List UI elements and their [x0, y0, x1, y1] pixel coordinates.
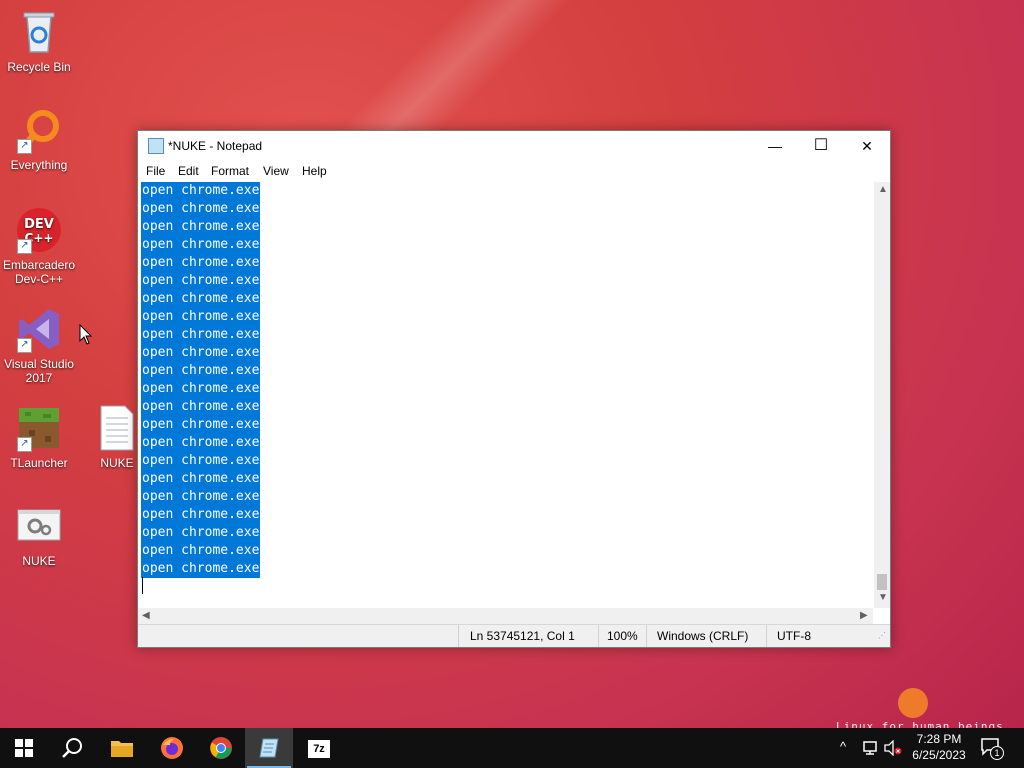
notepad-app-icon	[148, 138, 164, 154]
ubuntu-logo-icon	[898, 688, 928, 718]
desktop-icon-label: Recycle Bin	[7, 60, 71, 74]
menu-view[interactable]: View	[263, 164, 289, 178]
recycle-bin-icon	[15, 8, 63, 56]
horizontal-scrollbar[interactable]: ◀ ▶	[138, 608, 873, 624]
desktop-icon-nuke-bat[interactable]: NUKE	[0, 502, 78, 568]
close-button[interactable]: ✕	[844, 131, 890, 161]
editor-line: open chrome.exe	[141, 326, 261, 344]
action-center-button[interactable]: 1	[980, 736, 1004, 760]
taskbar-notepad[interactable]	[245, 728, 293, 768]
desktop-icon-label: NUKE	[22, 554, 56, 568]
editor-line: open chrome.exe	[141, 182, 261, 200]
editor-line: open chrome.exe	[141, 254, 261, 272]
maximize-button[interactable]: ☐	[798, 131, 844, 161]
text-file-icon	[93, 404, 141, 452]
editor-line: open chrome.exe	[141, 416, 261, 434]
desktop-icon-label: Everything	[10, 158, 68, 172]
status-bar: Ln 53745121, Col 1 100% Windows (CRLF) U…	[138, 624, 890, 647]
editor-line: open chrome.exe	[141, 272, 261, 290]
svg-text:DEV: DEV	[24, 217, 54, 232]
resize-grip-icon[interactable]: ⋰	[878, 631, 886, 640]
desktop-icon-devcpp[interactable]: DEV C++ ↗ Embarcadero Dev-C++	[0, 206, 78, 286]
start-icon	[15, 739, 33, 757]
status-line-ending: Windows (CRLF)	[657, 629, 749, 643]
menu-bar: File Edit Format View Help	[138, 161, 890, 181]
editor-line: open chrome.exe	[141, 236, 261, 254]
desktop-icon-label: TLauncher	[10, 456, 68, 470]
search-button[interactable]	[48, 728, 96, 768]
taskbar-7zip[interactable]: 7z	[295, 728, 343, 768]
status-encoding: UTF-8	[777, 629, 811, 643]
editor-line: open chrome.exe	[141, 398, 261, 416]
editor-line: open chrome.exe	[141, 290, 261, 308]
window-titlebar[interactable]: *NUKE - Notepad — ☐ ✕	[138, 131, 890, 161]
desktop-icon-tlauncher[interactable]: ↗ TLauncher	[0, 404, 78, 470]
shortcut-arrow-icon: ↗	[17, 338, 32, 353]
desktop-icon-visual-studio[interactable]: ↗ Visual Studio 2017	[0, 305, 78, 385]
mouse-cursor-icon	[79, 324, 93, 345]
visual-studio-icon: ↗	[15, 305, 63, 353]
menu-help[interactable]: Help	[302, 164, 327, 178]
text-editor[interactable]: open chrome.exe open chrome.exe open chrom…	[141, 182, 874, 606]
editor-line: open chrome.exe	[141, 200, 261, 218]
desktop-icon-recycle-bin[interactable]: Recycle Bin	[0, 8, 78, 74]
network-icon[interactable]	[862, 740, 878, 756]
clock-time: 7:28 PM	[916, 732, 962, 746]
text-caret	[142, 577, 143, 594]
everything-search-icon: ↗	[15, 106, 63, 154]
volume-muted-icon[interactable]	[884, 740, 902, 756]
scroll-up-icon[interactable]: ▲	[878, 184, 888, 195]
notepad-window[interactable]: *NUKE - Notepad — ☐ ✕ File Edit Format V…	[137, 130, 891, 648]
status-line-col: Ln 53745121, Col 1	[470, 629, 575, 643]
taskbar-file-explorer[interactable]	[98, 728, 146, 768]
editor-line: open chrome.exe	[141, 380, 261, 398]
editor-line: open chrome.exe	[141, 308, 261, 326]
7zip-icon: 7z	[308, 740, 330, 759]
shortcut-arrow-icon: ↗	[17, 239, 32, 254]
scroll-right-icon[interactable]: ▶	[860, 610, 868, 621]
vertical-scrollbar[interactable]: ▲ ▼	[874, 182, 890, 608]
editor-line: open chrome.exe	[141, 470, 261, 488]
devcpp-icon: DEV C++ ↗	[15, 206, 63, 254]
desktop-icon-label: Embarcadero Dev-C++	[2, 258, 76, 286]
editor-line: open chrome.exe	[141, 560, 261, 578]
show-hidden-icons-icon[interactable]: ^	[840, 739, 846, 754]
taskbar: 7z ^ 7:28 PM 6/25/2023 1	[0, 728, 1024, 768]
chrome-icon	[210, 737, 232, 759]
shortcut-arrow-icon: ↗	[17, 437, 32, 452]
editor-line: open chrome.exe	[141, 488, 261, 506]
minimize-button[interactable]: —	[752, 131, 798, 161]
batch-file-icon	[15, 502, 63, 550]
desktop-icon-label: Visual Studio 2017	[4, 357, 74, 385]
tlauncher-icon: ↗	[15, 404, 63, 452]
menu-format[interactable]: Format	[211, 164, 249, 178]
taskbar-clock[interactable]: 7:28 PM 6/25/2023	[904, 731, 974, 763]
editor-line: open chrome.exe	[141, 362, 261, 380]
window-title: *NUKE - Notepad	[168, 139, 263, 153]
start-button[interactable]	[0, 728, 48, 768]
search-icon	[62, 738, 82, 758]
menu-edit[interactable]: Edit	[178, 164, 199, 178]
editor-line: open chrome.exe	[141, 506, 261, 524]
taskbar-firefox[interactable]	[148, 728, 196, 768]
menu-file[interactable]: File	[146, 164, 165, 178]
status-zoom: 100%	[607, 629, 638, 643]
file-explorer-icon	[111, 741, 133, 757]
editor-line: open chrome.exe	[141, 344, 261, 362]
taskbar-chrome[interactable]	[197, 728, 245, 768]
editor-line: open chrome.exe	[141, 524, 261, 542]
editor-line: open chrome.exe	[141, 218, 261, 236]
scroll-left-icon[interactable]: ◀	[142, 610, 150, 621]
shortcut-arrow-icon: ↗	[17, 139, 32, 154]
clock-date: 6/25/2023	[912, 748, 966, 762]
firefox-icon	[161, 737, 183, 759]
notification-count-badge: 1	[990, 746, 1004, 760]
editor-line: open chrome.exe	[141, 542, 261, 560]
notepad-icon	[259, 738, 279, 758]
scroll-down-icon[interactable]: ▼	[878, 592, 888, 603]
desktop-icon-everything[interactable]: ↗ Everything	[0, 106, 78, 172]
editor-line: open chrome.exe	[141, 434, 261, 452]
editor-line: open chrome.exe	[141, 452, 261, 470]
scrollbar-thumb[interactable]	[877, 574, 887, 590]
